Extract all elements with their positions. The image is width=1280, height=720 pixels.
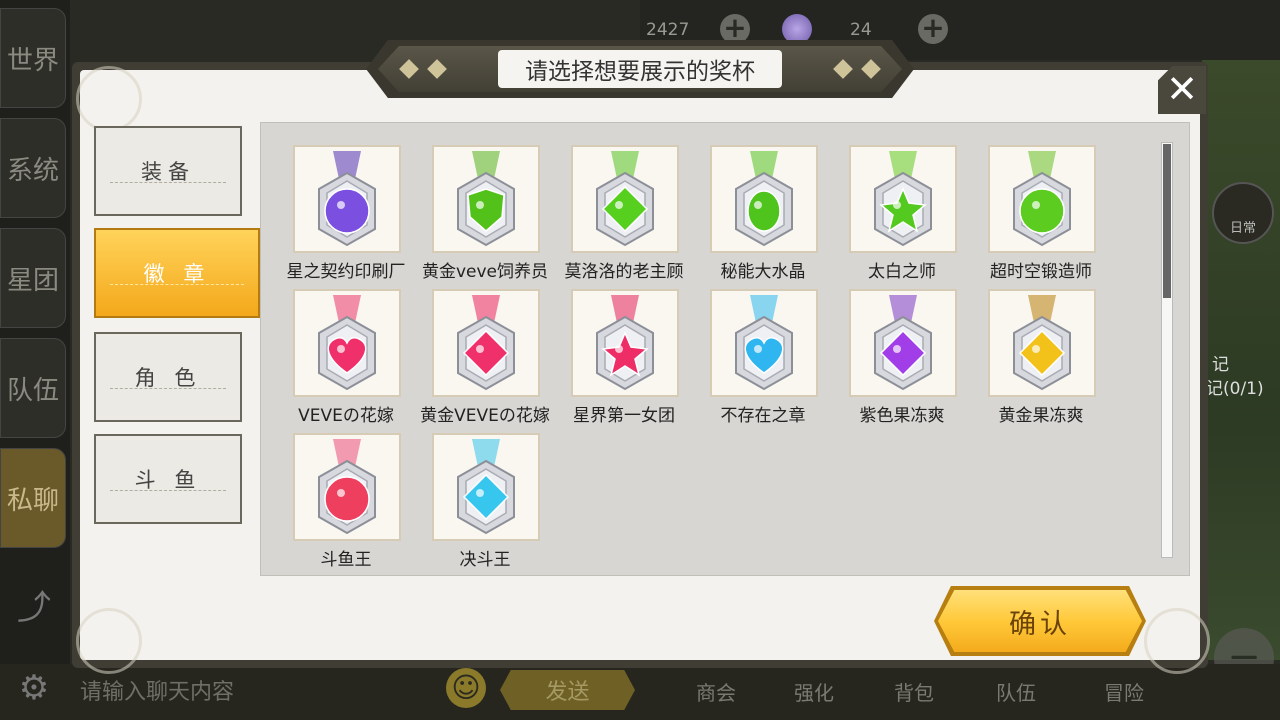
medal-name: 紫色果冻爽	[859, 406, 945, 426]
medal-name: 莫洛洛的老主顾	[564, 262, 684, 282]
medal-item[interactable]: 太白之师	[827, 145, 963, 285]
medal-frame[interactable]	[432, 145, 540, 253]
medal-icon	[735, 295, 793, 391]
medal-item[interactable]: 不存在之章	[688, 289, 824, 429]
add-currency-2-button[interactable]: +	[918, 14, 948, 44]
medal-frame[interactable]	[571, 289, 679, 397]
tab-badge[interactable]: 徽 章	[94, 228, 260, 318]
nav-bag[interactable]: 背包	[894, 677, 934, 706]
medal-icon	[596, 295, 654, 391]
medal-icon	[735, 151, 793, 247]
nav-shop[interactable]: 商会	[696, 677, 736, 706]
medal-name: 决斗王	[459, 550, 511, 570]
sidebar-tab-team[interactable]: 队伍	[0, 338, 66, 438]
scrollbar-thumb[interactable]	[1163, 144, 1171, 298]
medal-icon	[318, 151, 376, 247]
medal-icon	[457, 151, 515, 247]
medal-frame[interactable]	[988, 289, 1096, 397]
corner-ornament	[76, 608, 142, 674]
medal-icon	[596, 151, 654, 247]
nav-enhance[interactable]: 强化	[794, 677, 834, 706]
medal-name: VEVEの花嫁	[298, 406, 394, 426]
tab-fish[interactable]: 斗 鱼	[94, 434, 242, 524]
chat-input[interactable]: 请输入聊天内容	[80, 674, 234, 706]
medal-item[interactable]: 紫色果冻爽	[827, 289, 963, 429]
medal-frame[interactable]	[988, 145, 1096, 253]
medal-icon	[318, 439, 376, 535]
medal-item[interactable]: 超时空锻造师	[966, 145, 1102, 285]
sidebar-tab-guild[interactable]: 星团	[0, 228, 66, 328]
medal-item[interactable]: 莫洛洛的老主顾	[549, 145, 685, 285]
close-icon: ✕	[1166, 67, 1198, 111]
medal-item[interactable]: 星界第一女团	[549, 289, 685, 429]
medal-frame[interactable]	[432, 433, 540, 541]
medal-icon	[457, 295, 515, 391]
daily-button-label: 日常	[1229, 221, 1256, 236]
currency-2-value: 24	[850, 20, 872, 40]
sidebar-tab-system[interactable]: 系统	[0, 118, 66, 218]
medal-frame[interactable]	[293, 145, 401, 253]
medal-item[interactable]: VEVEの花嫁	[271, 289, 407, 429]
medal-icon	[874, 295, 932, 391]
medal-item[interactable]: 秘能大水晶	[688, 145, 824, 285]
medal-icon	[1013, 151, 1071, 247]
medal-icon	[318, 295, 376, 391]
medal-frame[interactable]	[571, 145, 679, 253]
corner-ornament	[76, 66, 142, 132]
medal-frame[interactable]	[293, 433, 401, 541]
medal-name: 太白之师	[868, 262, 936, 282]
medal-item[interactable]: 斗鱼王	[271, 433, 407, 573]
gem-icon	[782, 14, 812, 44]
daily-button[interactable]: 日常	[1212, 182, 1274, 244]
gear-icon[interactable]: ⚙	[8, 668, 60, 712]
medal-icon	[457, 439, 515, 535]
nav-team[interactable]: 队伍	[996, 677, 1036, 706]
medal-name: 黄金veve饲养员	[421, 262, 549, 282]
medal-name: 黄金VEVEの花嫁	[420, 406, 550, 426]
medal-frame[interactable]	[432, 289, 540, 397]
quest-note-title: 记	[1212, 355, 1229, 375]
confirm-button[interactable]: 确认	[938, 590, 1142, 652]
medal-name: 星之契约印刷厂	[286, 262, 406, 282]
medal-name: 超时空锻造师	[990, 262, 1092, 282]
medal-icon	[1013, 295, 1071, 391]
medal-frame[interactable]	[849, 145, 957, 253]
share-icon[interactable]: ⤴	[8, 580, 60, 632]
medal-grid: 星之契约印刷厂 黄金veve饲养员 莫洛洛的老主顾 秘能大水晶 太白之师 超时空锻造师 VE…	[260, 122, 1190, 576]
sidebar-tab-world[interactable]: 世界	[0, 8, 66, 108]
medal-frame[interactable]	[293, 289, 401, 397]
corner-ornament	[1144, 608, 1210, 674]
emoji-icon[interactable]: ☺	[446, 668, 486, 708]
medal-name: 秘能大水晶	[720, 262, 806, 282]
medal-name: 不存在之章	[720, 406, 806, 426]
medal-item[interactable]: 黄金果冻爽	[966, 289, 1102, 429]
send-button[interactable]: 发送	[500, 670, 635, 710]
nav-adventure[interactable]: 冒险	[1104, 677, 1144, 706]
currency-1-value: 2427	[646, 20, 690, 40]
tab-character[interactable]: 角 色	[94, 332, 242, 422]
quest-note-progress: 记(0/1)	[1206, 379, 1264, 399]
medal-icon	[874, 151, 932, 247]
medal-item[interactable]: 黄金veve饲养员	[410, 145, 548, 285]
sidebar-tab-private[interactable]: 私聊	[0, 448, 66, 548]
add-currency-1-button[interactable]: +	[720, 14, 750, 44]
medal-name: 星界第一女团	[573, 406, 675, 426]
dialog-title: 请选择想要展示的奖杯	[498, 50, 782, 88]
medal-frame[interactable]	[849, 289, 957, 397]
medal-item[interactable]: 决斗王	[410, 433, 546, 573]
medal-item[interactable]: 黄金VEVEの花嫁	[410, 289, 550, 429]
medal-item[interactable]: 星之契约印刷厂	[271, 145, 407, 285]
tab-equipment[interactable]: 装备	[94, 126, 242, 216]
medal-frame[interactable]	[710, 289, 818, 397]
medal-name: 黄金果冻爽	[998, 406, 1084, 426]
medal-name: 斗鱼王	[320, 550, 372, 570]
medal-frame[interactable]	[710, 145, 818, 253]
